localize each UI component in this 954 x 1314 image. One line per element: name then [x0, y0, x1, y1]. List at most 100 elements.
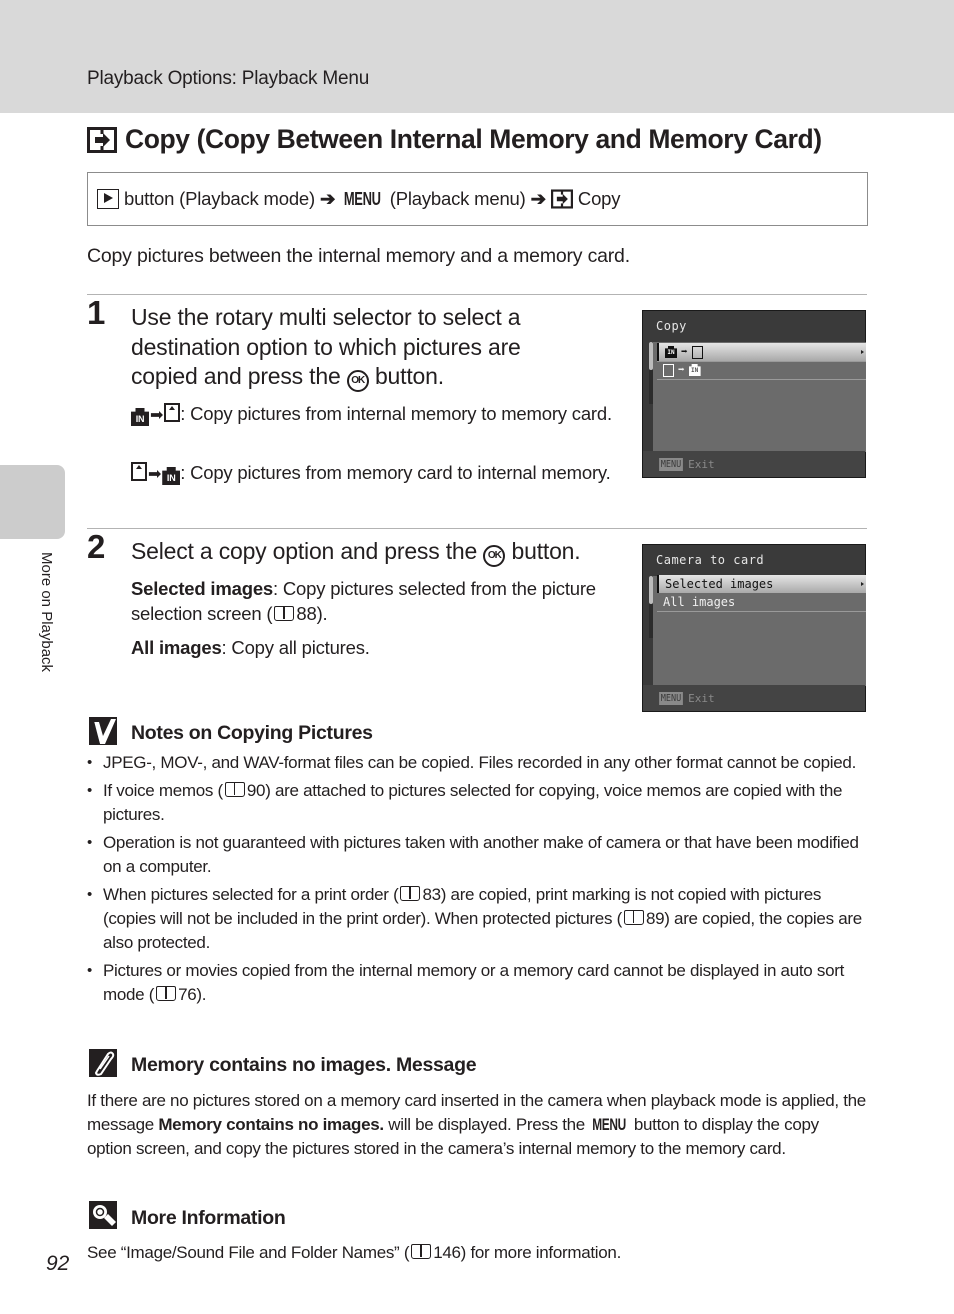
- magnifier-info-icon: [89, 1201, 117, 1229]
- screen-option-selected-images[interactable]: Selected images: [657, 575, 866, 593]
- menu-badge: MENU: [659, 691, 683, 705]
- book-reference-icon: [274, 606, 295, 621]
- divider: [87, 294, 867, 295]
- notes-list: JPEG-, MOV-, and WAV-format files can be…: [87, 751, 867, 1011]
- option-term: Selected images: [131, 578, 273, 599]
- screen-footer: MENU Exit: [643, 451, 865, 477]
- option-description: : Copy all pictures.: [221, 637, 370, 658]
- memory-message-text: If there are no pictures stored on a mem…: [87, 1089, 867, 1161]
- arrow-right-icon: ➡: [681, 345, 688, 358]
- internal-memory-icon: IN: [131, 408, 149, 426]
- arrow-right-icon: ➡: [148, 466, 162, 483]
- camera-screen-copy: Copy IN ➡ ➡ IN MENU Exit: [642, 310, 866, 478]
- note-text: Pictures or movies copied from the inter…: [103, 961, 845, 1004]
- screen-footer: MENU Exit: [643, 685, 865, 711]
- ok-button-icon: OK: [346, 370, 369, 392]
- chapter-tab: [0, 465, 65, 539]
- divider: [87, 528, 867, 529]
- note-item: If voice memos (90) are attached to pict…: [87, 779, 867, 827]
- screen-scrollbar-thumb: [649, 576, 653, 604]
- more-info-text: See “Image/Sound File and Folder Names” …: [87, 1241, 867, 1265]
- page-reference[interactable]: 88: [296, 603, 316, 624]
- memory-card-icon: [164, 403, 181, 422]
- step-1-option-2: ➡ IN: Copy pictures from memory card to i…: [131, 460, 621, 487]
- option-description: : Copy pictures from memory card to inte…: [180, 462, 611, 483]
- step-2-number: 2: [87, 528, 106, 565]
- paragraph-text: See “Image/Sound File and Folder Names” …: [87, 1243, 410, 1262]
- page-reference[interactable]: 83: [422, 885, 441, 904]
- step-2-heading-end: button.: [511, 538, 581, 564]
- page-title-text: Copy (Copy Between Internal Memory and M…: [125, 124, 822, 154]
- note-text: When pictures selected for a print order…: [103, 885, 399, 904]
- paragraph-text: ) for more information.: [460, 1243, 622, 1262]
- note-text: Operation is not guaranteed with picture…: [103, 833, 859, 876]
- step-1-heading: Use the rotary multi selector to select …: [131, 303, 591, 392]
- step-1-heading-end: button.: [374, 363, 444, 389]
- page-number: 92: [46, 1252, 70, 1275]
- pencil-note-icon: [89, 1049, 117, 1077]
- arrow-right-icon: ➔: [319, 188, 336, 209]
- step-2-option-selected-images: Selected images: Copy pictures selected …: [131, 576, 621, 626]
- playback-button-icon: [97, 189, 119, 209]
- option-description-end: ).: [316, 603, 328, 624]
- note-text: If voice memos (: [103, 781, 223, 800]
- note-text: ).: [196, 985, 207, 1004]
- page-reference[interactable]: 146: [433, 1243, 461, 1262]
- step-1-number: 1: [87, 294, 106, 331]
- screen-divider: [657, 379, 866, 380]
- header-band: [0, 0, 954, 113]
- menu-path-step-1: button (Playback mode): [124, 188, 315, 209]
- camera-screen-camera-to-card: Camera to card Selected images All image…: [642, 544, 866, 712]
- screen-option-card-to-internal[interactable]: ➡ IN: [657, 361, 866, 379]
- option-term: All images: [131, 637, 222, 658]
- menu-button-label: MENU: [592, 1115, 627, 1134]
- menu-path-box: button (Playback mode) ➔ MENU (Playback …: [87, 172, 868, 226]
- option-description: : Copy pictures from internal memory to …: [180, 403, 612, 424]
- arrow-right-icon: ➡: [678, 363, 685, 376]
- note-text: JPEG-, MOV-, and WAV-format files can be…: [103, 753, 857, 772]
- exit-label: Exit: [688, 691, 715, 705]
- chapter-tab-label: More on Playback: [38, 552, 55, 673]
- screen-option-all-images[interactable]: All images: [657, 593, 866, 611]
- step-1-heading-text: Use the rotary multi selector to select …: [131, 304, 521, 389]
- internal-memory-icon: IN: [665, 346, 677, 358]
- arrow-right-icon: ➔: [530, 188, 547, 209]
- step-1-option-1: IN ➡: Copy pictures from internal memory …: [131, 401, 621, 428]
- menu-path-step-2: (Playback menu): [389, 188, 526, 209]
- copy-icon: [550, 189, 573, 209]
- step-2-option-all-images: All images: Copy all pictures.: [131, 635, 621, 660]
- memory-card-icon: [663, 363, 674, 377]
- menu-path-step-3: Copy: [577, 188, 621, 209]
- screen-scrollbar-thumb: [649, 342, 653, 370]
- step-2-heading: Select a copy option and press the OK bu…: [131, 537, 631, 567]
- memory-card-icon: [691, 345, 703, 359]
- ok-button-icon: OK: [483, 545, 506, 567]
- page-reference[interactable]: 89: [646, 909, 665, 928]
- book-reference-icon: [224, 782, 245, 797]
- note-item: Pictures or movies copied from the inter…: [87, 959, 867, 1007]
- page-reference[interactable]: 76: [178, 985, 197, 1004]
- screen-title: Copy: [656, 319, 687, 333]
- note-item: Operation is not guaranteed with picture…: [87, 831, 867, 879]
- caret-right-icon: [861, 582, 864, 586]
- memory-message-heading: Memory contains no images. Message: [131, 1054, 477, 1076]
- intro-text: Copy pictures between the internal memor…: [87, 245, 630, 267]
- copy-icon: [87, 126, 117, 153]
- book-reference-icon: [156, 986, 177, 1001]
- note-item: When pictures selected for a print order…: [87, 883, 867, 955]
- message-name: Memory contains no images.: [158, 1115, 384, 1134]
- check-note-icon: [89, 717, 117, 745]
- book-reference-icon: [623, 910, 644, 925]
- menu-badge: MENU: [659, 457, 683, 471]
- step-2-heading-text: Select a copy option and press the: [131, 538, 478, 564]
- more-info-heading: More Information: [131, 1207, 286, 1229]
- notes-heading: Notes on Copying Pictures: [131, 722, 373, 744]
- internal-memory-icon: IN: [162, 467, 181, 485]
- screen-option-internal-to-card[interactable]: IN ➡: [657, 343, 866, 361]
- book-reference-icon: [411, 1244, 432, 1259]
- note-item: JPEG-, MOV-, and WAV-format files can be…: [87, 751, 867, 775]
- page-reference[interactable]: 90: [247, 781, 266, 800]
- caret-right-icon: [861, 350, 864, 354]
- screen-divider: [657, 611, 866, 612]
- screen-option-label: Selected images: [665, 577, 774, 591]
